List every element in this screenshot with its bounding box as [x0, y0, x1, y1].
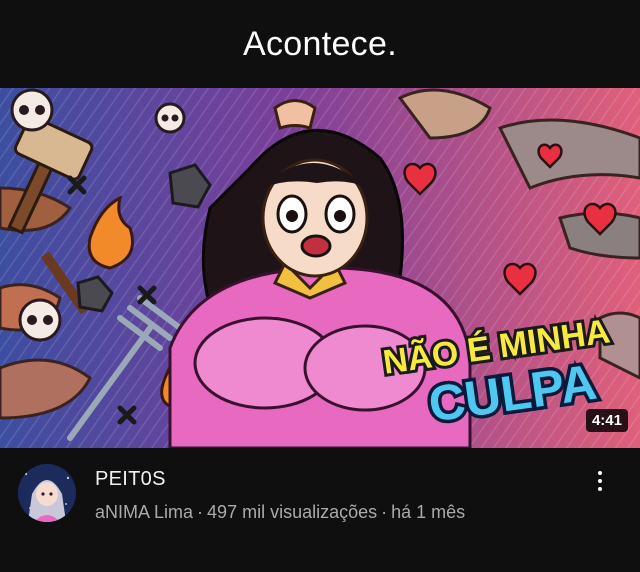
video-thumbnail[interactable]: NÃO É MINHA CULPA 4:41 [0, 88, 640, 448]
video-meta: PEIT0S aNIMA Lima · 497 mil visualizações ·… [0, 448, 640, 572]
video-title[interactable]: PEIT0S [95, 468, 166, 491]
channel-name[interactable]: aNIMA Lima [95, 502, 193, 522]
caption-text: Acontece. [243, 24, 397, 63]
more-vertical-icon[interactable] [588, 466, 612, 496]
avatar-image [18, 464, 76, 522]
thumbnail-art: NÃO É MINHA CULPA [0, 88, 640, 448]
caption-bar: Acontece. [0, 0, 640, 88]
separator: · [197, 502, 204, 522]
view-count: 497 mil visualizações [207, 502, 378, 522]
channel-avatar[interactable] [18, 464, 76, 522]
separator: · [381, 502, 388, 522]
upload-age: há 1 mês [391, 502, 466, 522]
duration-badge: 4:41 [585, 409, 628, 432]
video-info: aNIMA Lima · 497 mil visualizações · há 1 mê… [95, 502, 465, 523]
